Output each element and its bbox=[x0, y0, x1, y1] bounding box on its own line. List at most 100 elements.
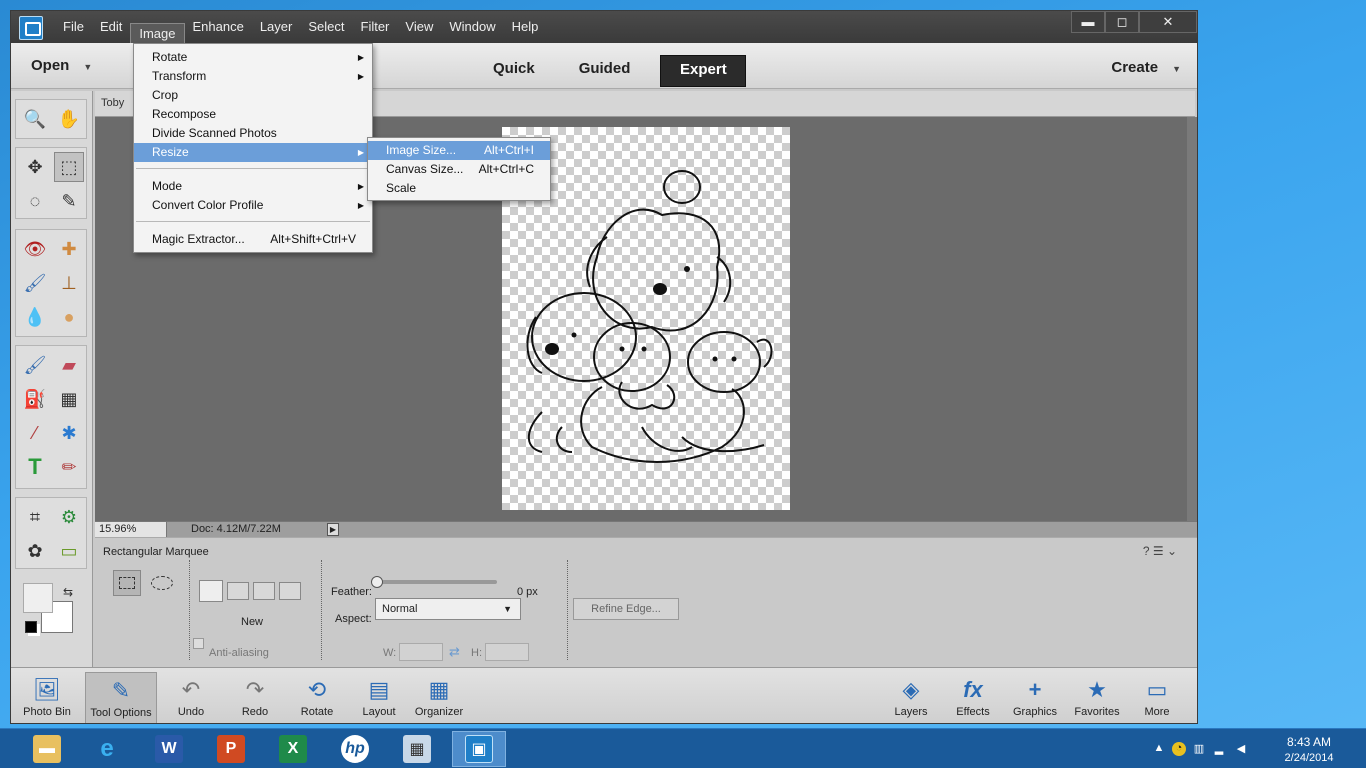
swap-colors-icon[interactable]: ⇆ bbox=[63, 585, 73, 599]
crop-tool-icon[interactable]: ⌗ bbox=[20, 502, 50, 532]
vertical-scrollbar[interactable] bbox=[1187, 117, 1197, 521]
menu-item-divide-scanned-photos[interactable]: Divide Scanned Photos bbox=[134, 124, 372, 143]
quick-selection-icon[interactable]: ✎ bbox=[54, 186, 84, 216]
rectangular-marquee-icon[interactable]: ⬚ bbox=[54, 152, 84, 182]
swap-dimensions-icon[interactable]: ⇄ bbox=[449, 644, 460, 660]
menu-item-crop[interactable]: Crop bbox=[134, 86, 372, 105]
taskbar-excel[interactable]: X bbox=[266, 731, 320, 767]
organizer-button[interactable]: ▦ Organizer bbox=[411, 672, 467, 723]
add-to-selection-icon[interactable] bbox=[227, 582, 249, 600]
app-icon[interactable] bbox=[19, 16, 43, 40]
paint-bucket-icon[interactable]: ⛽ bbox=[20, 384, 50, 414]
zoom-level[interactable]: 15.96% bbox=[95, 522, 167, 538]
open-button[interactable]: Open ▼ bbox=[31, 57, 92, 74]
type-tool-icon[interactable]: T bbox=[20, 452, 50, 482]
menu-layer[interactable]: Layer bbox=[252, 11, 301, 43]
volume-icon[interactable]: ◀ bbox=[1234, 742, 1248, 756]
create-button[interactable]: Create ▼ bbox=[1111, 59, 1181, 76]
graphics-button[interactable]: + Graphics bbox=[1007, 672, 1063, 723]
tool-options-button[interactable]: ✎ Tool Options bbox=[85, 672, 157, 723]
menu-edit[interactable]: Edit bbox=[92, 11, 130, 43]
layout-button[interactable]: ▤ Layout bbox=[355, 672, 403, 723]
menu-item-resize[interactable]: Resize ▶ bbox=[134, 143, 372, 162]
foreground-color-swatch[interactable] bbox=[23, 583, 53, 613]
menu-item-scale[interactable]: Scale bbox=[368, 179, 550, 198]
move-tool-icon[interactable]: ✥ bbox=[20, 152, 50, 182]
help-icon[interactable]: ? ☰ ⌄ bbox=[1143, 544, 1177, 558]
pencil-tool-icon[interactable]: ✏ bbox=[54, 452, 84, 482]
blur-tool-icon[interactable]: 💧 bbox=[20, 302, 50, 332]
tab-guided[interactable]: Guided bbox=[565, 55, 645, 87]
undo-button[interactable]: ↶ Undo bbox=[167, 672, 215, 723]
straighten-tool-icon[interactable]: ▭ bbox=[54, 536, 84, 566]
menu-item-magic-extractor[interactable]: Magic Extractor... Alt+Shift+Ctrl+V bbox=[134, 230, 372, 249]
photo-bin-button[interactable]: 🖼 Photo Bin bbox=[17, 672, 77, 723]
more-button[interactable]: ▭ More bbox=[1133, 672, 1181, 723]
eraser-tool-icon[interactable]: ▰ bbox=[54, 350, 84, 380]
menu-item-mode[interactable]: Mode ▶ bbox=[134, 177, 372, 196]
cookie-cutter-icon[interactable]: ✿ bbox=[20, 536, 50, 566]
feather-slider-handle[interactable] bbox=[371, 576, 383, 588]
taskbar-calculator[interactable]: ▦ bbox=[390, 731, 444, 767]
aspect-select[interactable]: Normal ▼ bbox=[375, 598, 521, 620]
recompose-tool-icon[interactable]: ⚙ bbox=[54, 502, 84, 532]
intersect-selection-icon[interactable] bbox=[279, 582, 301, 600]
menu-view[interactable]: View bbox=[397, 11, 441, 43]
menu-item-rotate[interactable]: Rotate ▶ bbox=[134, 48, 372, 67]
favorites-button[interactable]: ★ Favorites bbox=[1069, 672, 1125, 723]
custom-shape-icon[interactable]: ✱ bbox=[54, 418, 84, 448]
clock[interactable]: 8:43 AM 2/24/2014 bbox=[1274, 735, 1344, 764]
maximize-button[interactable]: ◻ bbox=[1105, 11, 1139, 33]
show-hidden-icons-icon[interactable]: ▲ bbox=[1152, 742, 1166, 756]
width-input[interactable] bbox=[399, 643, 443, 661]
brush-tool-icon[interactable]: 🖌 bbox=[20, 350, 50, 380]
menu-help[interactable]: Help bbox=[504, 11, 547, 43]
network-icon[interactable]: ▂ bbox=[1212, 742, 1226, 756]
taskbar-file-explorer[interactable]: ▬ bbox=[20, 731, 74, 767]
lasso-tool-icon[interactable]: ◌ bbox=[20, 186, 50, 216]
close-button[interactable]: ✕ bbox=[1139, 11, 1197, 33]
taskbar-internet-explorer[interactable]: e bbox=[80, 731, 134, 767]
device-icon[interactable]: ▥ bbox=[1192, 742, 1206, 756]
taskbar-photoshop-elements[interactable]: ▣ bbox=[452, 731, 506, 767]
smart-brush-icon[interactable]: 🖌 bbox=[20, 268, 50, 298]
redo-button[interactable]: ↷ Redo bbox=[231, 672, 279, 723]
refine-edge-button[interactable]: Refine Edge... bbox=[573, 598, 679, 620]
menu-item-recompose[interactable]: Recompose bbox=[134, 105, 372, 124]
subtract-from-selection-icon[interactable] bbox=[253, 582, 275, 600]
gradient-tool-icon[interactable]: ▦ bbox=[54, 384, 84, 414]
menu-select[interactable]: Select bbox=[300, 11, 352, 43]
clone-stamp-icon[interactable]: ⊥ bbox=[54, 268, 84, 298]
menu-image[interactable]: Image bbox=[130, 23, 185, 45]
tab-expert[interactable]: Expert bbox=[660, 55, 747, 87]
hand-tool-icon[interactable]: ✋ bbox=[54, 104, 84, 134]
taskbar-powerpoint[interactable]: P bbox=[204, 731, 258, 767]
tab-quick[interactable]: Quick bbox=[479, 55, 549, 87]
new-selection-icon[interactable] bbox=[199, 580, 223, 602]
status-menu-arrow-icon[interactable]: ▶ bbox=[327, 523, 339, 536]
anti-aliasing-checkbox[interactable] bbox=[193, 638, 204, 649]
notification-icon[interactable]: ◔ bbox=[1172, 742, 1186, 756]
taskbar-hp[interactable]: hp bbox=[328, 731, 382, 767]
eyedropper-icon[interactable]: ⁄ bbox=[20, 418, 50, 448]
menu-window[interactable]: Window bbox=[441, 11, 503, 43]
red-eye-icon[interactable]: 👁 bbox=[20, 234, 50, 264]
effects-button[interactable]: fx Effects bbox=[949, 672, 997, 723]
menu-file[interactable]: File bbox=[55, 11, 92, 43]
default-colors-icon[interactable] bbox=[25, 621, 37, 633]
menu-filter[interactable]: Filter bbox=[353, 11, 398, 43]
taskbar-word[interactable]: W bbox=[142, 731, 196, 767]
height-input[interactable] bbox=[485, 643, 529, 661]
rotate-button[interactable]: ⟲ Rotate bbox=[293, 672, 341, 723]
spot-healing-icon[interactable]: ✚ bbox=[54, 234, 84, 264]
minimize-button[interactable]: ▬ bbox=[1071, 11, 1105, 33]
elliptical-marquee-option-icon[interactable] bbox=[151, 576, 173, 590]
sponge-tool-icon[interactable]: ● bbox=[54, 302, 84, 332]
menu-item-transform[interactable]: Transform ▶ bbox=[134, 67, 372, 86]
layers-button[interactable]: ◈ Layers bbox=[887, 672, 935, 723]
menu-item-canvas-size[interactable]: Canvas Size... Alt+Ctrl+C bbox=[368, 160, 550, 179]
zoom-tool-icon[interactable]: 🔍 bbox=[20, 104, 50, 134]
menu-item-convert-color-profile[interactable]: Convert Color Profile ▶ bbox=[134, 196, 372, 215]
feather-slider[interactable] bbox=[377, 580, 497, 584]
menu-item-image-size[interactable]: Image Size... Alt+Ctrl+I bbox=[368, 141, 550, 160]
